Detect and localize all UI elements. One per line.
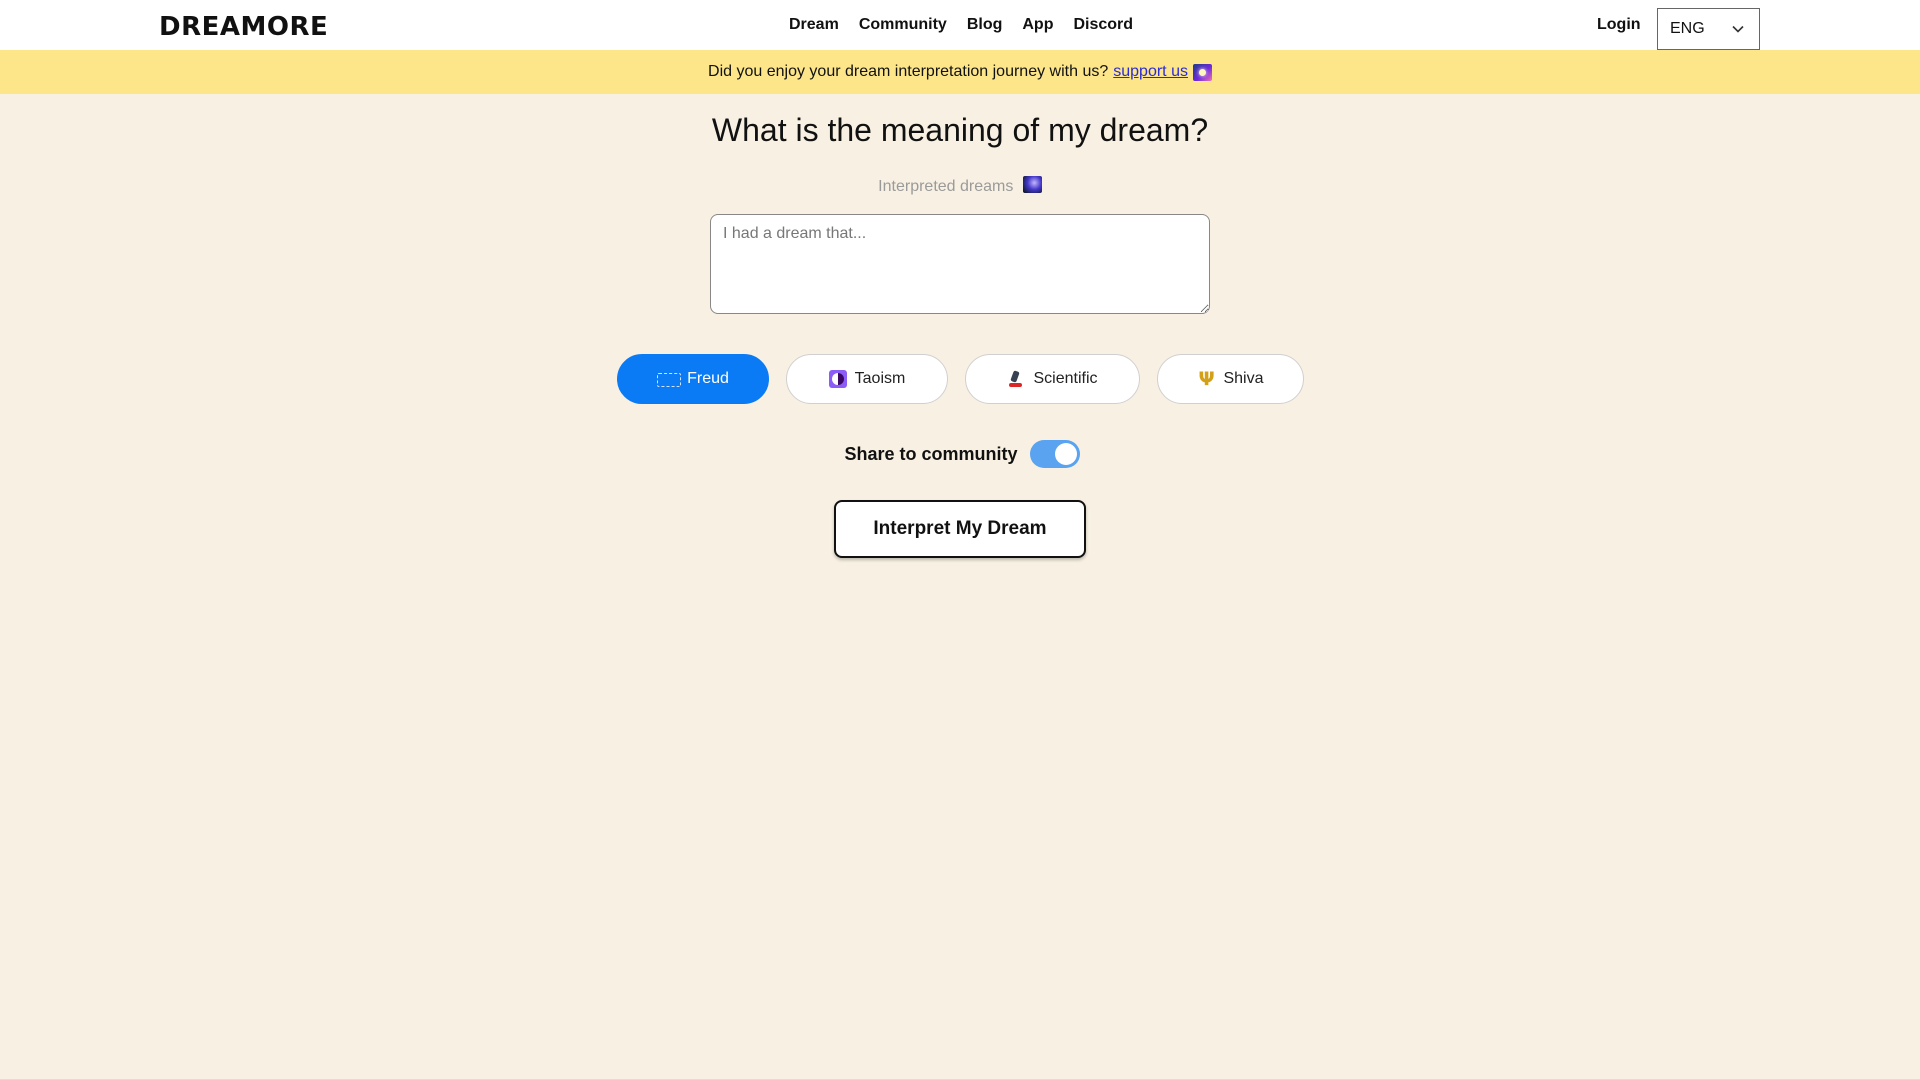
- share-toggle[interactable]: [1029, 440, 1080, 468]
- nav-link-discord[interactable]: Discord: [1073, 16, 1133, 34]
- nav-link-dream[interactable]: Dream: [789, 16, 839, 34]
- style-chip-shiva[interactable]: Shiva: [1157, 354, 1304, 404]
- banner-text: Did you enjoy your dream interpretation …: [708, 63, 1109, 80]
- style-chip-freud[interactable]: Freud: [617, 354, 769, 404]
- share-label: Share to community: [844, 443, 1018, 464]
- yin-yang-icon: [828, 370, 847, 388]
- chevron-down-icon: [1732, 25, 1744, 33]
- nav-link-app[interactable]: App: [1022, 16, 1053, 34]
- freud-icon: [657, 370, 682, 388]
- microscope-icon: [1007, 370, 1025, 388]
- sparkler-icon: [1192, 63, 1212, 81]
- nav-link-blog[interactable]: Blog: [967, 16, 1003, 34]
- top-header: DREAMORE Dream Community Blog App Discor…: [0, 0, 1920, 50]
- share-to-community-row: Share to community: [0, 440, 1920, 468]
- main-nav: Dream Community Blog App Discord: [789, 0, 1133, 50]
- support-us-link[interactable]: support us: [1113, 63, 1188, 81]
- style-chip-scientific[interactable]: Scientific: [965, 354, 1140, 404]
- style-chip-taoism[interactable]: Taoism: [786, 354, 948, 404]
- dreamore-logo[interactable]: DREAMORE: [159, 12, 328, 42]
- language-value: ENG: [1670, 20, 1705, 37]
- login-link[interactable]: Login: [1597, 0, 1641, 50]
- interpretation-style-selector: Freud Taoism Scientific Shiva: [617, 354, 1304, 404]
- dream-input[interactable]: [710, 214, 1210, 314]
- toggle-knob: [1054, 443, 1077, 465]
- style-chip-label: Shiva: [1223, 370, 1264, 387]
- trident-icon: [1197, 368, 1215, 390]
- page-title: What is the meaning of my dream?: [711, 112, 1209, 148]
- support-banner: Did you enjoy your dream interpretation …: [0, 50, 1920, 94]
- style-chip-label: Freud: [687, 370, 729, 387]
- interpreted-dreams-counter: Interpreted dreams: [0, 176, 1920, 196]
- language-select[interactable]: ENG: [1657, 8, 1760, 50]
- nav-link-community[interactable]: Community: [859, 16, 947, 34]
- style-chip-label: Scientific: [1033, 370, 1098, 387]
- interpret-dream-button[interactable]: Interpret My Dream: [834, 500, 1086, 558]
- style-chip-label: Taoism: [854, 370, 906, 387]
- milky-way-icon: [1022, 176, 1042, 193]
- interpreted-dreams-label: Interpreted dreams: [878, 178, 1014, 195]
